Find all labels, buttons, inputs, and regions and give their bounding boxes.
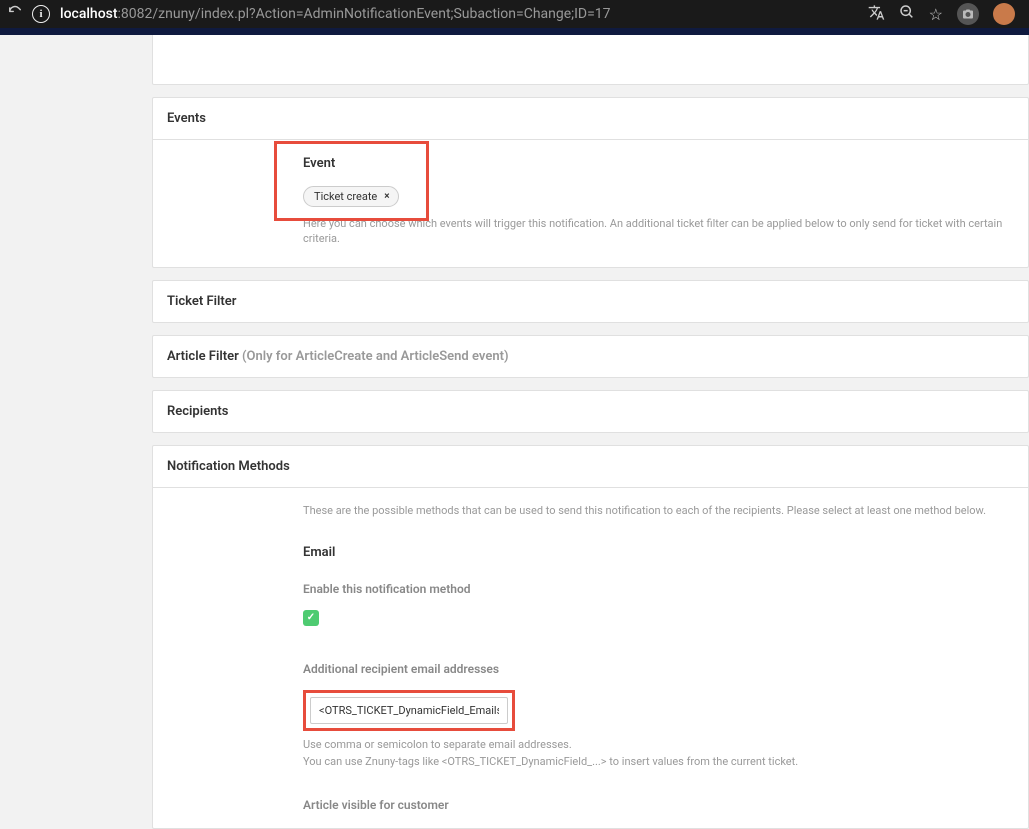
email-method-title: Email — [303, 545, 1014, 560]
panel-top-fragment — [152, 35, 1029, 85]
browser-actions: ☆ — [868, 3, 1015, 25]
article-filter-title: Article Filter — [167, 349, 242, 364]
panel-recipients[interactable]: Recipients — [152, 390, 1029, 433]
enable-method-checkbox[interactable]: ✓ — [303, 610, 319, 626]
section-title-recipients: Recipients — [153, 391, 1028, 432]
event-field-label: Event — [303, 156, 1014, 171]
translate-icon[interactable] — [868, 4, 885, 25]
event-tag[interactable]: Ticket create × — [303, 186, 399, 207]
event-highlight-box — [274, 141, 429, 221]
section-title-ticket-filter: Ticket Filter — [153, 281, 1028, 322]
info-icon[interactable]: i — [32, 5, 50, 23]
additional-recipients-label: Additional recipient email addresses — [303, 662, 1014, 676]
url-host: localhost — [60, 6, 118, 22]
zoom-icon[interactable] — [899, 4, 915, 24]
panel-ticket-filter[interactable]: Ticket Filter — [152, 280, 1029, 323]
event-help-text: Here you can choose which events will tr… — [303, 216, 1014, 247]
additional-recipients-highlight — [303, 690, 515, 731]
additional-recipients-input[interactable] — [310, 697, 508, 724]
panel-notification-methods: Notification Methods These are the possi… — [152, 445, 1029, 829]
panel-events: Events Event Ticket create × Here you ca… — [152, 97, 1029, 268]
enable-method-label: Enable this notification method — [303, 582, 1014, 596]
article-visible-label: Article visible for customer — [303, 798, 1014, 812]
events-body: Event Ticket create × Here you can choos… — [153, 139, 1028, 267]
methods-intro-text: These are the possible methods that can … — [303, 504, 1014, 517]
profile-avatar-icon[interactable] — [993, 3, 1015, 25]
section-title-article-filter: Article Filter (Only for ArticleCreate a… — [153, 336, 1028, 377]
article-filter-note: (Only for ArticleCreate and ArticleSend … — [242, 349, 509, 364]
section-title-notification-methods: Notification Methods — [153, 446, 1028, 487]
url-display[interactable]: localhost:8082/znuny/index.pl?Action=Adm… — [60, 6, 868, 22]
event-tag-remove-icon[interactable]: × — [384, 191, 389, 202]
bookmark-star-icon[interactable]: ☆ — [929, 5, 943, 24]
methods-body: These are the possible methods that can … — [153, 487, 1028, 828]
main-content: Events Event Ticket create × Here you ca… — [0, 35, 1029, 829]
browser-address-bar: i localhost:8082/znuny/index.pl?Action=A… — [0, 0, 1029, 28]
url-path: :8082/znuny/index.pl?Action=AdminNotific… — [118, 6, 611, 22]
app-toolbar — [0, 28, 1029, 35]
panel-article-filter[interactable]: Article Filter (Only for ArticleCreate a… — [152, 335, 1029, 378]
additional-help-2: You can use Znuny-tags like <OTRS_TICKET… — [303, 754, 1014, 769]
section-title-events: Events — [153, 98, 1028, 139]
refresh-icon[interactable] — [8, 5, 22, 23]
event-tag-label: Ticket create — [314, 190, 377, 203]
additional-help-1: Use comma or semicolon to separate email… — [303, 737, 1014, 752]
camera-icon[interactable] — [957, 3, 979, 25]
